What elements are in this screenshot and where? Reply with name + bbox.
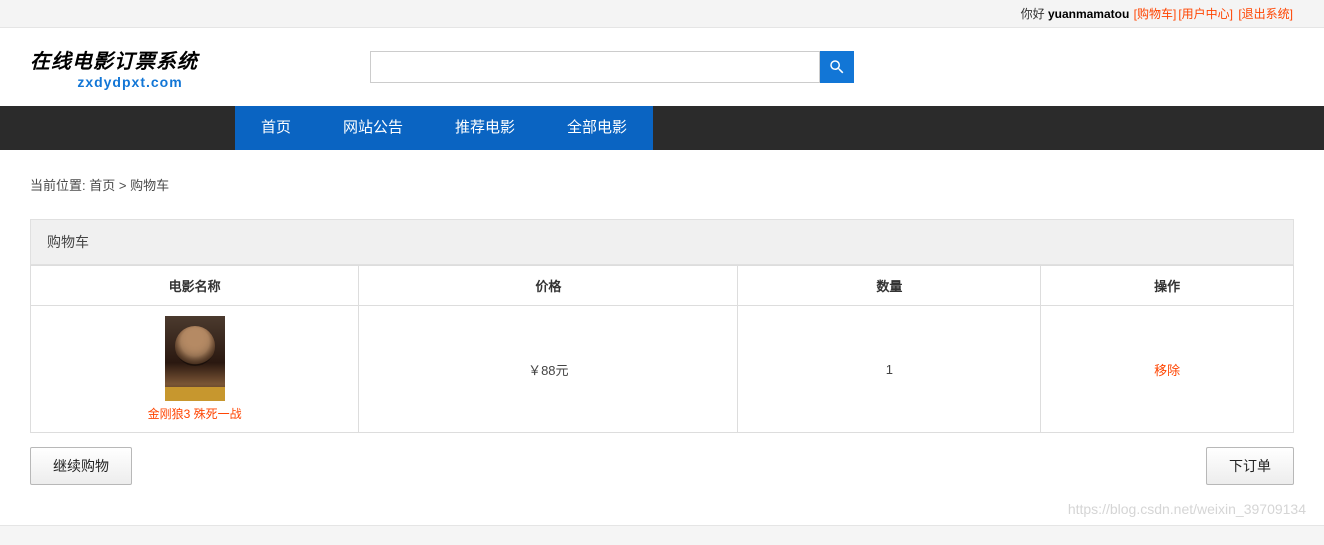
- table-header-row: 电影名称 价格 数量 操作: [31, 266, 1294, 306]
- search-icon: [828, 58, 846, 76]
- search-input[interactable]: [370, 51, 820, 83]
- action-bar: 继续购物 下订单: [30, 447, 1294, 485]
- movie-name-link[interactable]: 金刚狼3 殊死一战: [148, 407, 242, 421]
- nav-all-movies[interactable]: 全部电影: [541, 106, 653, 150]
- table-row: 金刚狼3 殊死一战 ￥88元 1 移除: [31, 306, 1294, 433]
- continue-shopping-button[interactable]: 继续购物: [30, 447, 132, 485]
- breadcrumb-current: 购物车: [130, 178, 169, 193]
- col-qty: 数量: [738, 266, 1041, 306]
- footer-strip: [0, 525, 1324, 545]
- top-bar: 你好 yuanmamatou [购物车][用户中心] [退出系统]: [0, 0, 1324, 28]
- link-user-center[interactable]: [用户中心]: [1178, 7, 1233, 21]
- cell-qty: 1: [738, 306, 1041, 433]
- greeting-text: 你好: [1021, 7, 1045, 21]
- username-text: yuanmamatou: [1048, 7, 1129, 21]
- cell-action: 移除: [1041, 306, 1294, 433]
- logo-domain: zxdydpxt.com: [30, 74, 230, 90]
- remove-link[interactable]: 移除: [1154, 363, 1180, 378]
- cell-price: ￥88元: [359, 306, 738, 433]
- logo-title: 在线电影订票系统: [30, 45, 230, 74]
- main-container: 当前位置: 首页 > 购物车 购物车 电影名称 价格 数量 操作 金刚狼3 殊死…: [0, 150, 1324, 525]
- search-button[interactable]: [820, 51, 854, 83]
- col-action: 操作: [1041, 266, 1294, 306]
- cell-movie: 金刚狼3 殊死一战: [31, 306, 359, 433]
- nav-home[interactable]: 首页: [235, 106, 317, 150]
- breadcrumb-home[interactable]: 首页: [89, 178, 115, 193]
- place-order-button[interactable]: 下订单: [1206, 447, 1294, 485]
- cart-title: 购物车: [47, 234, 89, 250]
- cart-title-bar: 购物车: [30, 219, 1294, 265]
- nav-announcement[interactable]: 网站公告: [317, 106, 429, 150]
- col-price: 价格: [359, 266, 738, 306]
- breadcrumb-label: 当前位置:: [30, 178, 86, 193]
- link-logout[interactable]: [退出系统]: [1238, 7, 1293, 21]
- nav-recommend[interactable]: 推荐电影: [429, 106, 541, 150]
- movie-thumbnail[interactable]: [165, 316, 225, 401]
- main-nav: 首页 网站公告 推荐电影 全部电影: [0, 106, 1324, 150]
- cart-table: 电影名称 价格 数量 操作 金刚狼3 殊死一战 ￥88元 1 移除: [30, 265, 1294, 433]
- site-logo[interactable]: 在线电影订票系统 zxdydpxt.com: [30, 45, 230, 90]
- breadcrumb-sep: >: [119, 178, 127, 193]
- col-name: 电影名称: [31, 266, 359, 306]
- search-form: [370, 51, 854, 83]
- header: 在线电影订票系统 zxdydpxt.com: [0, 28, 1324, 106]
- breadcrumb: 当前位置: 首页 > 购物车: [30, 175, 1294, 194]
- link-cart[interactable]: [购物车]: [1134, 7, 1177, 21]
